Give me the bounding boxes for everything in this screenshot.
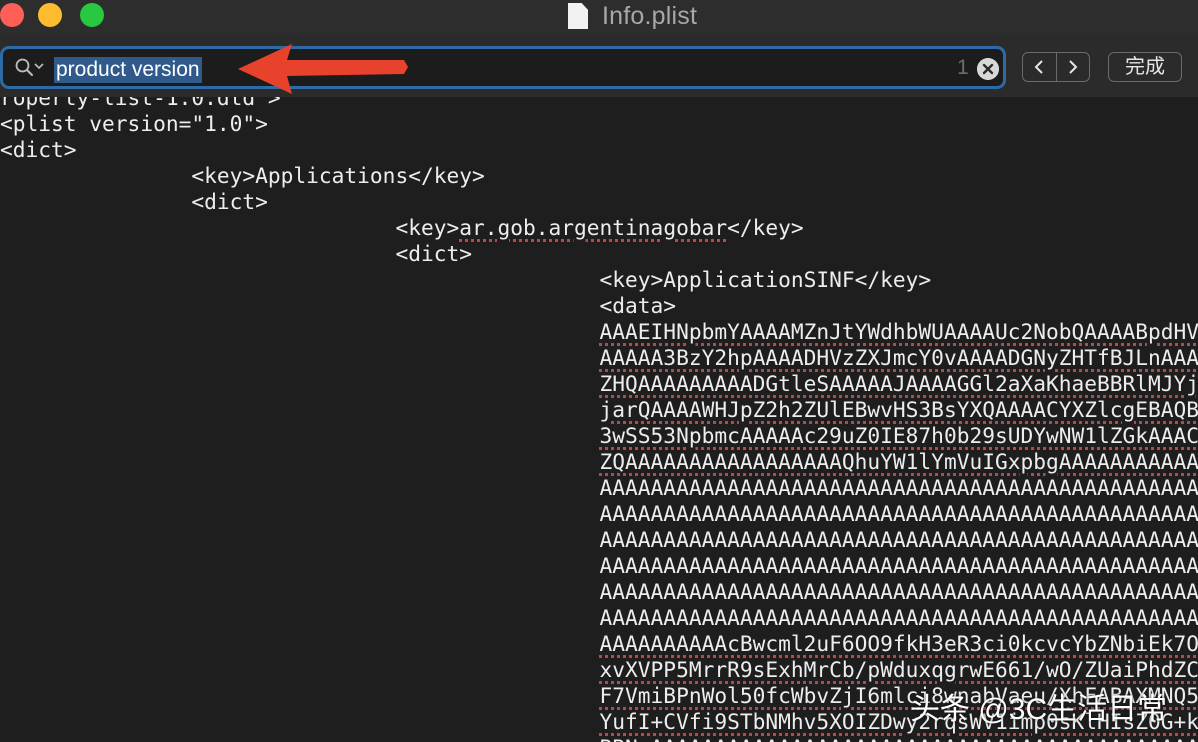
window-title-group: Info.plist (568, 0, 697, 32)
find-navigation (1022, 52, 1090, 82)
code-line: AAAAAAAAAAAAAAAAAAAAAAAAAAAAAAAAAAAAAAAA… (0, 605, 1198, 631)
code-line: xvXVPP5MrrR9sExhMrCb/pWduxqgrwE661/wO/ZU… (0, 657, 1198, 683)
code-line: 3wSS53NpbmcAAAAAc29uZ0IE87h0b29sUDYwNW1l… (0, 423, 1198, 449)
code-line: AAAAAAAAAAAAAAAAAAAAAAAAAAAAAAAAAAAAAAAA… (0, 579, 1198, 605)
code-token: <key> (395, 215, 460, 240)
match-count: 1 (957, 56, 969, 79)
code-line: AAAAAAAAAAAAAAAAAAAAAAAAAAAAAAAAAAAAAAAA… (0, 501, 1198, 527)
zoom-window-button[interactable] (80, 3, 104, 27)
code-line: <key>ar.gob.argentinagobar</key> (0, 215, 1198, 241)
search-query-text[interactable]: product version (54, 57, 202, 83)
search-icon[interactable] (15, 58, 33, 76)
chevron-left-icon (1034, 60, 1043, 74)
code-token: ar.gob.argentinagobar (459, 215, 728, 240)
code-token: AAAAA3BzY2hpAAAADHVzZXJmcY0vAAAADGNyZHTf… (599, 345, 1198, 370)
code-line: AAAEIHNpbmYAAAAMZnJtYWdhbWUAAAAUc2NobQAA… (0, 319, 1198, 345)
code-line: ZQAAAAAAAAAAAAAAAAAQhuYW1lYmVuIGxpbgAAAA… (0, 449, 1198, 475)
window-title: Info.plist (602, 1, 698, 30)
code-line: <dict> (0, 137, 1198, 163)
code-line: <dict> (0, 189, 1198, 215)
find-next-button[interactable] (1057, 53, 1090, 81)
code-token: jarQAAAAWHJpZ2h2ZUlEBwvHS3BsYXQAAAACYXZl… (599, 397, 1198, 422)
code-line: <data> (0, 293, 1198, 319)
code-line: roperty-list-1.0.dtd"> (0, 97, 1198, 111)
code-line: BBNxAAAAAAAAAAAAAAAAAAAAAAAAAAAAAAAAAAAA… (0, 735, 1198, 742)
code-line: AAAAAAAAAAAAAAAAAAAAAAAAAAAAAAAAAAAAAAAA… (0, 527, 1198, 553)
search-input[interactable]: product version 1 (0, 46, 1006, 89)
code-line: <dict> (0, 241, 1198, 267)
code-token: ZQAAAAAAAAAAAAAAAAAQhuYW1lYmVuIGxpbgAAAA… (599, 449, 1198, 474)
code-line: AAAAAAAAAAcBwcml2uF6OO9fkH3eR3ci0kcvcYbZ… (0, 631, 1198, 657)
code-editor[interactable]: roperty-list-1.0.dtd"> <plist version="1.… (0, 97, 1198, 742)
title-bar: Info.plist (0, 0, 1198, 34)
code-token: <key>ApplicationSINF</key> (599, 267, 932, 292)
code-token: <data> (599, 293, 677, 318)
text-editor-window: Info.plist product version 1 完成 roperty-… (0, 0, 1198, 742)
code-token: <dict> (0, 137, 77, 162)
code-token: AAAAAAAAAAcBwcml2uF6OO9fkH3eR3ci0kcvcYbZ… (599, 631, 1198, 656)
code-token: AAAAAAAAAAAAAAAAAAAAAAAAAAAAAAAAAAAAAAAA… (599, 527, 1198, 552)
minimize-window-button[interactable] (38, 3, 62, 27)
find-bar: product version 1 完成 (0, 34, 1198, 98)
code-token: AAAAAAAAAAAAAAAAAAAAAAAAAAAAAAAAAAAAAAAA… (599, 475, 1198, 500)
code-line: ZHQAAAAAAAAADGtleSAAAAAJAAAAGGl2aXaKhaeB… (0, 371, 1198, 397)
done-button[interactable]: 完成 (1108, 52, 1182, 82)
code-token: <dict> (191, 189, 268, 214)
code-token: AAAAAAAAAAAAAAAAAAAAAAAAAAAAAAAAAAAAAAAA… (599, 553, 1198, 578)
code-token: </key> (727, 215, 804, 240)
find-previous-button[interactable] (1023, 53, 1057, 81)
code-token: <key>Applications</key> (191, 163, 485, 188)
close-window-button[interactable] (0, 3, 24, 27)
code-line: AAAAA3BzY2hpAAAADHVzZXJmcY0vAAAADGNyZHTf… (0, 345, 1198, 371)
code-token: 3wSS53NpbmcAAAAAc29uZ0IE87h0b29sUDYwNW1l… (599, 423, 1198, 448)
code-token: xvXVPP5MrrR9sExhMrCb/pWduxqgrwE661/wO/ZU… (599, 657, 1198, 682)
code-token: <plist version="1.0"> (0, 111, 268, 136)
clear-search-icon[interactable] (977, 58, 999, 80)
code-line: jarQAAAAWHJpZ2h2ZUlEBwvHS3BsYXQAAAACYXZl… (0, 397, 1198, 423)
code-token: roperty-list-1.0.dtd"> (0, 97, 281, 110)
code-line: <plist version="1.0"> (0, 111, 1198, 137)
code-line: AAAAAAAAAAAAAAAAAAAAAAAAAAAAAAAAAAAAAAAA… (0, 475, 1198, 501)
code-line: AAAAAAAAAAAAAAAAAAAAAAAAAAAAAAAAAAAAAAAA… (0, 553, 1198, 579)
code-token: <dict> (395, 241, 472, 266)
chevron-down-icon[interactable] (34, 62, 44, 70)
code-token: BBNxAAAAAAAAAAAAAAAAAAAAAAAAAAAAAAAAAAAA… (600, 735, 1198, 742)
code-token: AAAAAAAAAAAAAAAAAAAAAAAAAAAAAAAAAAAAAAAA… (599, 605, 1198, 630)
chevron-right-icon (1069, 60, 1078, 74)
red-arrow-annotation (238, 44, 408, 94)
code-line: <key>Applications</key> (0, 163, 1198, 189)
code-text: roperty-list-1.0.dtd"> <plist version="1.… (0, 97, 1198, 742)
code-token: AAAAAAAAAAAAAAAAAAAAAAAAAAAAAAAAAAAAAAAA… (599, 501, 1198, 526)
watermark-text: 头条 @3C生活日常 (910, 693, 1168, 726)
code-line: <key>ApplicationSINF</key> (0, 267, 1198, 293)
code-token: AAAEIHNpbmYAAAAMZnJtYWdhbWUAAAAUc2NobQAA… (599, 319, 1198, 344)
code-token: AAAAAAAAAAAAAAAAAAAAAAAAAAAAAAAAAAAAAAAA… (599, 579, 1198, 604)
code-token: ZHQAAAAAAAAADGtleSAAAAAJAAAAGGl2aXaKhaeB… (599, 371, 1198, 396)
document-icon (568, 3, 588, 29)
